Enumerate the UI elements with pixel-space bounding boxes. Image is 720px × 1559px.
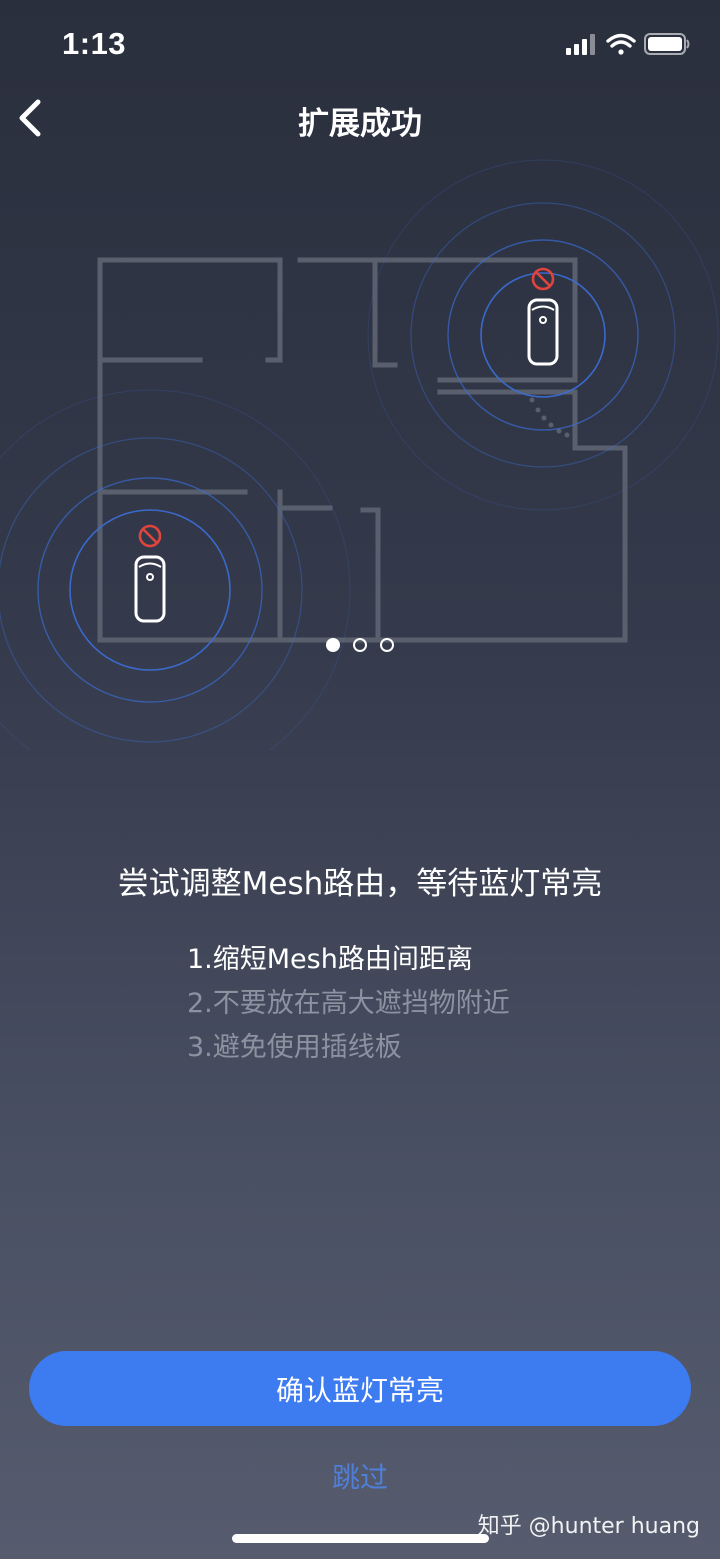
floor-plan-walls xyxy=(97,257,628,643)
tip-item: 2.不要放在高大遮挡物附近 xyxy=(187,988,510,1019)
skip-link[interactable]: 跳过 xyxy=(0,1456,720,1496)
tip-item: 1.缩短Mesh路由间距离 xyxy=(187,944,473,975)
status-bar: 1:13 xyxy=(0,0,720,90)
tip-item: 3.避免使用插线板 xyxy=(187,1032,402,1063)
no-signal-icon-left xyxy=(138,524,162,548)
signal-rings-top xyxy=(367,159,719,511)
page-dot-3[interactable] xyxy=(380,638,394,652)
door-dots xyxy=(529,397,570,438)
page-dot-2[interactable] xyxy=(353,638,367,652)
watermark: 知乎 @hunter huang xyxy=(477,1514,700,1539)
wifi-icon xyxy=(606,33,636,55)
confirm-blue-light-button[interactable]: 确认蓝灯常亮 xyxy=(29,1351,691,1426)
instruction-headline: 尝试调整Mesh路由，等待蓝灯常亮 xyxy=(117,866,603,902)
status-time: 1:13 xyxy=(62,26,127,61)
status-icons xyxy=(566,33,690,55)
home-indicator[interactable] xyxy=(232,1534,489,1543)
floor-plan-illustration xyxy=(0,159,719,750)
mesh-router-icon-left xyxy=(134,555,166,623)
no-signal-icon-top xyxy=(531,267,555,291)
page-title: 扩展成功 xyxy=(298,106,422,142)
nav-bar: 扩展成功 xyxy=(0,88,720,148)
battery-icon xyxy=(644,33,690,55)
mesh-router-icon-top xyxy=(527,298,559,366)
signal-rings-left xyxy=(0,389,351,750)
page-indicator xyxy=(0,638,720,654)
page-dot-1[interactable] xyxy=(326,638,340,652)
tips-list: 1.缩短Mesh路由间距离 2.不要放在高大遮挡物附近 3.避免使用插线板 xyxy=(187,938,667,1070)
cellular-signal-icon xyxy=(566,34,595,55)
